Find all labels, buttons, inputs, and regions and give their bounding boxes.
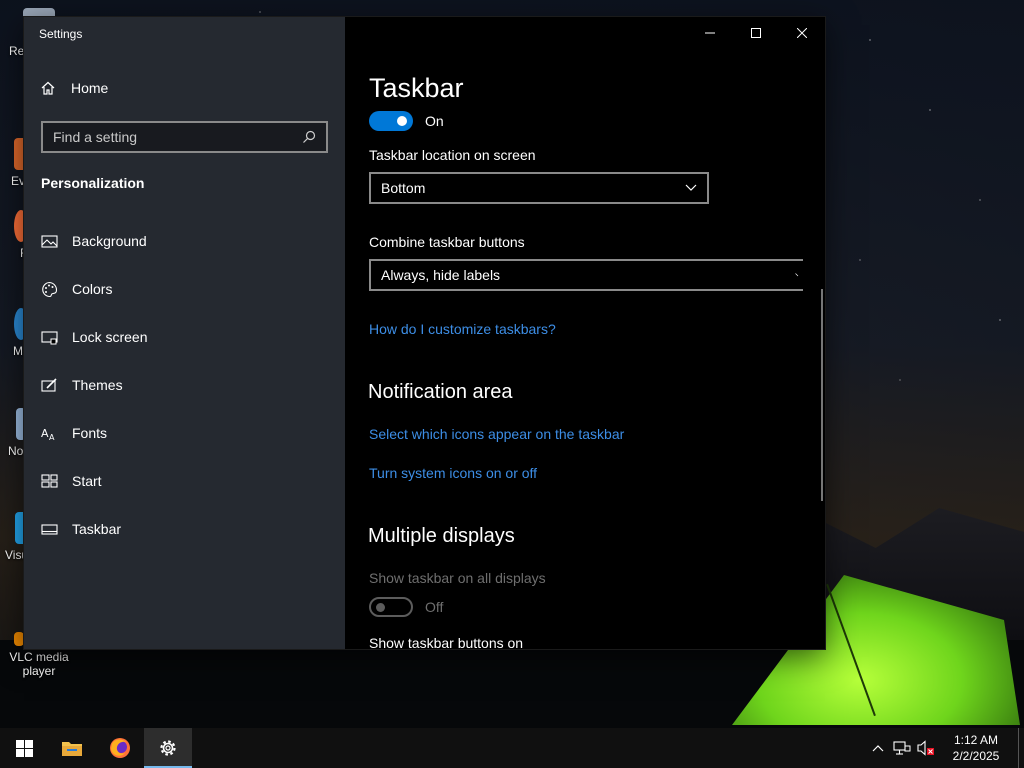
clock-date: 2/2/2025 — [952, 749, 1000, 763]
toggle-knob — [397, 116, 407, 126]
search-box[interactable] — [41, 121, 328, 153]
system-tray: 1:12 AM 2/2/2025 — [866, 728, 1024, 768]
location-dropdown[interactable]: Bottom — [369, 172, 709, 204]
combine-label: Combine taskbar buttons — [369, 234, 525, 250]
minimize-icon — [705, 32, 715, 34]
home-icon — [41, 81, 55, 95]
location-label: Taskbar location on screen — [369, 147, 536, 163]
show-all-displays-toggle[interactable] — [369, 597, 413, 617]
svg-text:A: A — [49, 433, 55, 442]
sidebar-home-label: Home — [71, 80, 109, 96]
location-dropdown-value: Bottom — [381, 180, 426, 196]
firefox-button[interactable] — [96, 728, 144, 768]
network-icon — [893, 741, 911, 755]
search-icon[interactable] — [302, 130, 316, 144]
show-hidden-icons-button[interactable] — [866, 728, 890, 768]
sidebar-item-taskbar[interactable]: Taskbar — [24, 505, 345, 553]
taskbar-toggle[interactable] — [369, 111, 413, 131]
show-desktop-button[interactable] — [1018, 728, 1024, 768]
start-tiles-icon — [41, 473, 58, 488]
combine-dropdown[interactable]: Always, hide labels — [369, 259, 803, 291]
firefox-icon — [110, 738, 130, 758]
sidebar-section-title: Personalization — [41, 175, 145, 191]
window-title: Settings — [39, 27, 83, 41]
clock-time: 1:12 AM — [953, 733, 999, 747]
sidebar-item-label: Themes — [72, 377, 123, 393]
sidebar-item-label: Fonts — [72, 425, 108, 441]
gear-icon — [160, 740, 176, 756]
sidebar-item-colors[interactable]: Colors — [24, 265, 345, 313]
sidebar-item-background[interactable]: Background — [24, 217, 345, 265]
chevron-down-icon — [795, 273, 799, 277]
sidebar-nav: Background Colors Lock screen Themes A A… — [24, 217, 345, 553]
settings-content: Taskbar On Taskbar location on screen Bo… — [345, 17, 825, 649]
start-button[interactable] — [0, 728, 48, 768]
toggle-knob — [376, 603, 385, 612]
combine-dropdown-value: Always, hide labels — [381, 267, 501, 283]
volume-muted-icon — [917, 740, 934, 756]
network-button[interactable] — [890, 728, 914, 768]
show-all-displays-toggle-row: Off — [369, 597, 443, 617]
sidebar-item-label: Colors — [72, 281, 113, 297]
sidebar-home[interactable]: Home — [40, 80, 108, 96]
close-button[interactable] — [779, 17, 825, 49]
volume-button[interactable] — [914, 728, 938, 768]
search-input[interactable] — [53, 129, 302, 145]
sidebar-item-lock-screen[interactable]: Lock screen — [24, 313, 345, 361]
sidebar-item-label: Lock screen — [72, 329, 148, 345]
notification-area-heading: Notification area — [368, 381, 513, 403]
chevron-up-icon — [872, 745, 884, 752]
lock-screen-icon — [41, 330, 58, 344]
palette-icon — [42, 281, 58, 297]
maximize-button[interactable] — [733, 17, 779, 49]
file-explorer-button[interactable] — [48, 728, 96, 768]
sidebar-item-themes[interactable]: Themes — [24, 361, 345, 409]
taskbar-clock[interactable]: 1:12 AM 2/2/2025 — [938, 732, 1014, 764]
close-icon — [797, 28, 807, 38]
settings-window: Settings Home Personalization Background — [24, 17, 825, 649]
sidebar-item-label: Taskbar — [72, 521, 122, 537]
multiple-displays-heading: Multiple displays — [368, 525, 515, 547]
sidebar-item-label: Background — [72, 233, 147, 249]
picture-icon — [41, 234, 58, 248]
toggle-state-label: On — [425, 113, 444, 129]
system-icons-link[interactable]: Turn system icons on or off — [369, 465, 537, 481]
chevron-down-icon — [685, 184, 697, 191]
taskbar: 1:12 AM 2/2/2025 — [0, 728, 1024, 768]
vlc-icon — [14, 632, 24, 646]
minimize-button[interactable] — [687, 17, 733, 49]
windows-logo-icon — [15, 739, 33, 757]
toggle-state-label: Off — [425, 599, 444, 615]
show-buttons-on-label: Show taskbar buttons on — [369, 635, 524, 649]
page-title: Taskbar — [369, 73, 464, 103]
select-icons-link[interactable]: Select which icons appear on the taskbar — [369, 426, 624, 442]
folder-icon — [62, 742, 82, 756]
maximize-icon — [751, 28, 761, 38]
svg-text:A: A — [41, 427, 49, 440]
sidebar-item-fonts[interactable]: A A Fonts — [24, 409, 345, 457]
taskbar-icon — [41, 523, 58, 535]
sidebar-item-label: Start — [72, 473, 102, 489]
brush-icon — [41, 377, 57, 392]
show-all-displays-label: Show taskbar on all displays — [369, 570, 546, 586]
font-icon: A A — [41, 427, 55, 442]
taskbar-lock-toggle-row: On — [369, 111, 444, 131]
settings-sidebar: Settings Home Personalization Background — [24, 17, 345, 649]
window-caption-buttons — [687, 17, 825, 49]
customize-taskbars-link[interactable]: How do I customize taskbars? — [369, 321, 556, 337]
sidebar-item-start[interactable]: Start — [24, 457, 345, 505]
content-scrollbar[interactable] — [821, 289, 823, 501]
settings-button[interactable] — [144, 728, 192, 768]
